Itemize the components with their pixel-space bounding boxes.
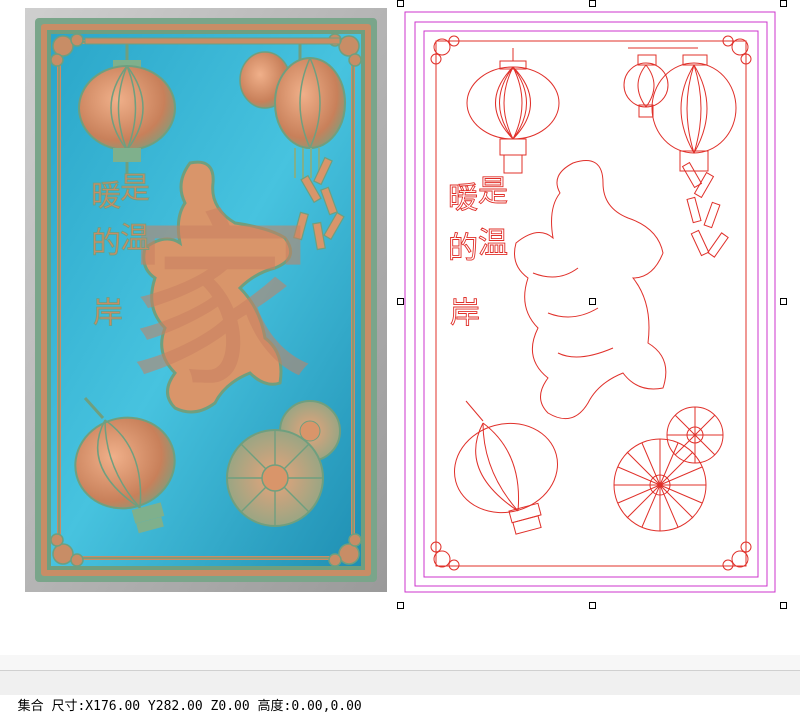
selection-handle-icon[interactable] — [397, 298, 404, 305]
status-text: 集合 尺寸:X176.00 Y282.00 Z0.00 高度:0.00,0.00 — [17, 699, 362, 714]
flower-large — [226, 429, 324, 527]
selection-handle-icon[interactable] — [780, 298, 787, 305]
vector-lantern-top-left — [466, 48, 560, 174]
poem-char: 是 — [120, 171, 150, 206]
vector-poem-char: 暖 — [448, 181, 478, 216]
poem-char: 岸 — [93, 296, 123, 331]
selection-handle-icon[interactable] — [589, 298, 596, 305]
vector-poem-char: 的 — [448, 231, 478, 266]
vector-lantern-top-right — [623, 47, 737, 172]
relief-render-panel[interactable]: 家 暖 是 的 温 岸 — [25, 8, 387, 592]
main-character: 家 — [125, 192, 315, 413]
selection-handle-icon[interactable] — [589, 0, 596, 7]
vector-poem-char: 温 — [478, 226, 508, 261]
status-bar: 集合 尺寸:X176.00 Y282.00 Z0.00 高度:0.00,0.00 — [0, 670, 800, 714]
selection-handle-icon[interactable] — [589, 602, 596, 609]
canvas-bottom-margin — [0, 655, 800, 670]
selection-handle-icon[interactable] — [780, 602, 787, 609]
poem-char: 的 — [91, 226, 121, 261]
poem-char: 温 — [120, 221, 150, 256]
selection-handle-icon[interactable] — [780, 0, 787, 7]
vector-firecrackers — [681, 161, 729, 258]
vector-lantern-bottom-left — [453, 400, 559, 535]
vector-poem-char: 岸 — [450, 296, 480, 331]
vector-main-character — [514, 160, 667, 420]
poem-char: 暖 — [91, 179, 121, 214]
drawing-canvas[interactable]: 家 暖 是 的 温 岸 暖 是 的 温 岸 — [0, 0, 800, 670]
selection-handle-icon[interactable] — [397, 602, 404, 609]
vector-flower-large — [613, 438, 707, 532]
vector-drawing-panel[interactable]: 暖 是 的 温 岸 — [398, 3, 788, 609]
vector-poem-char: 是 — [478, 174, 508, 209]
selection-handle-icon[interactable] — [397, 0, 404, 7]
